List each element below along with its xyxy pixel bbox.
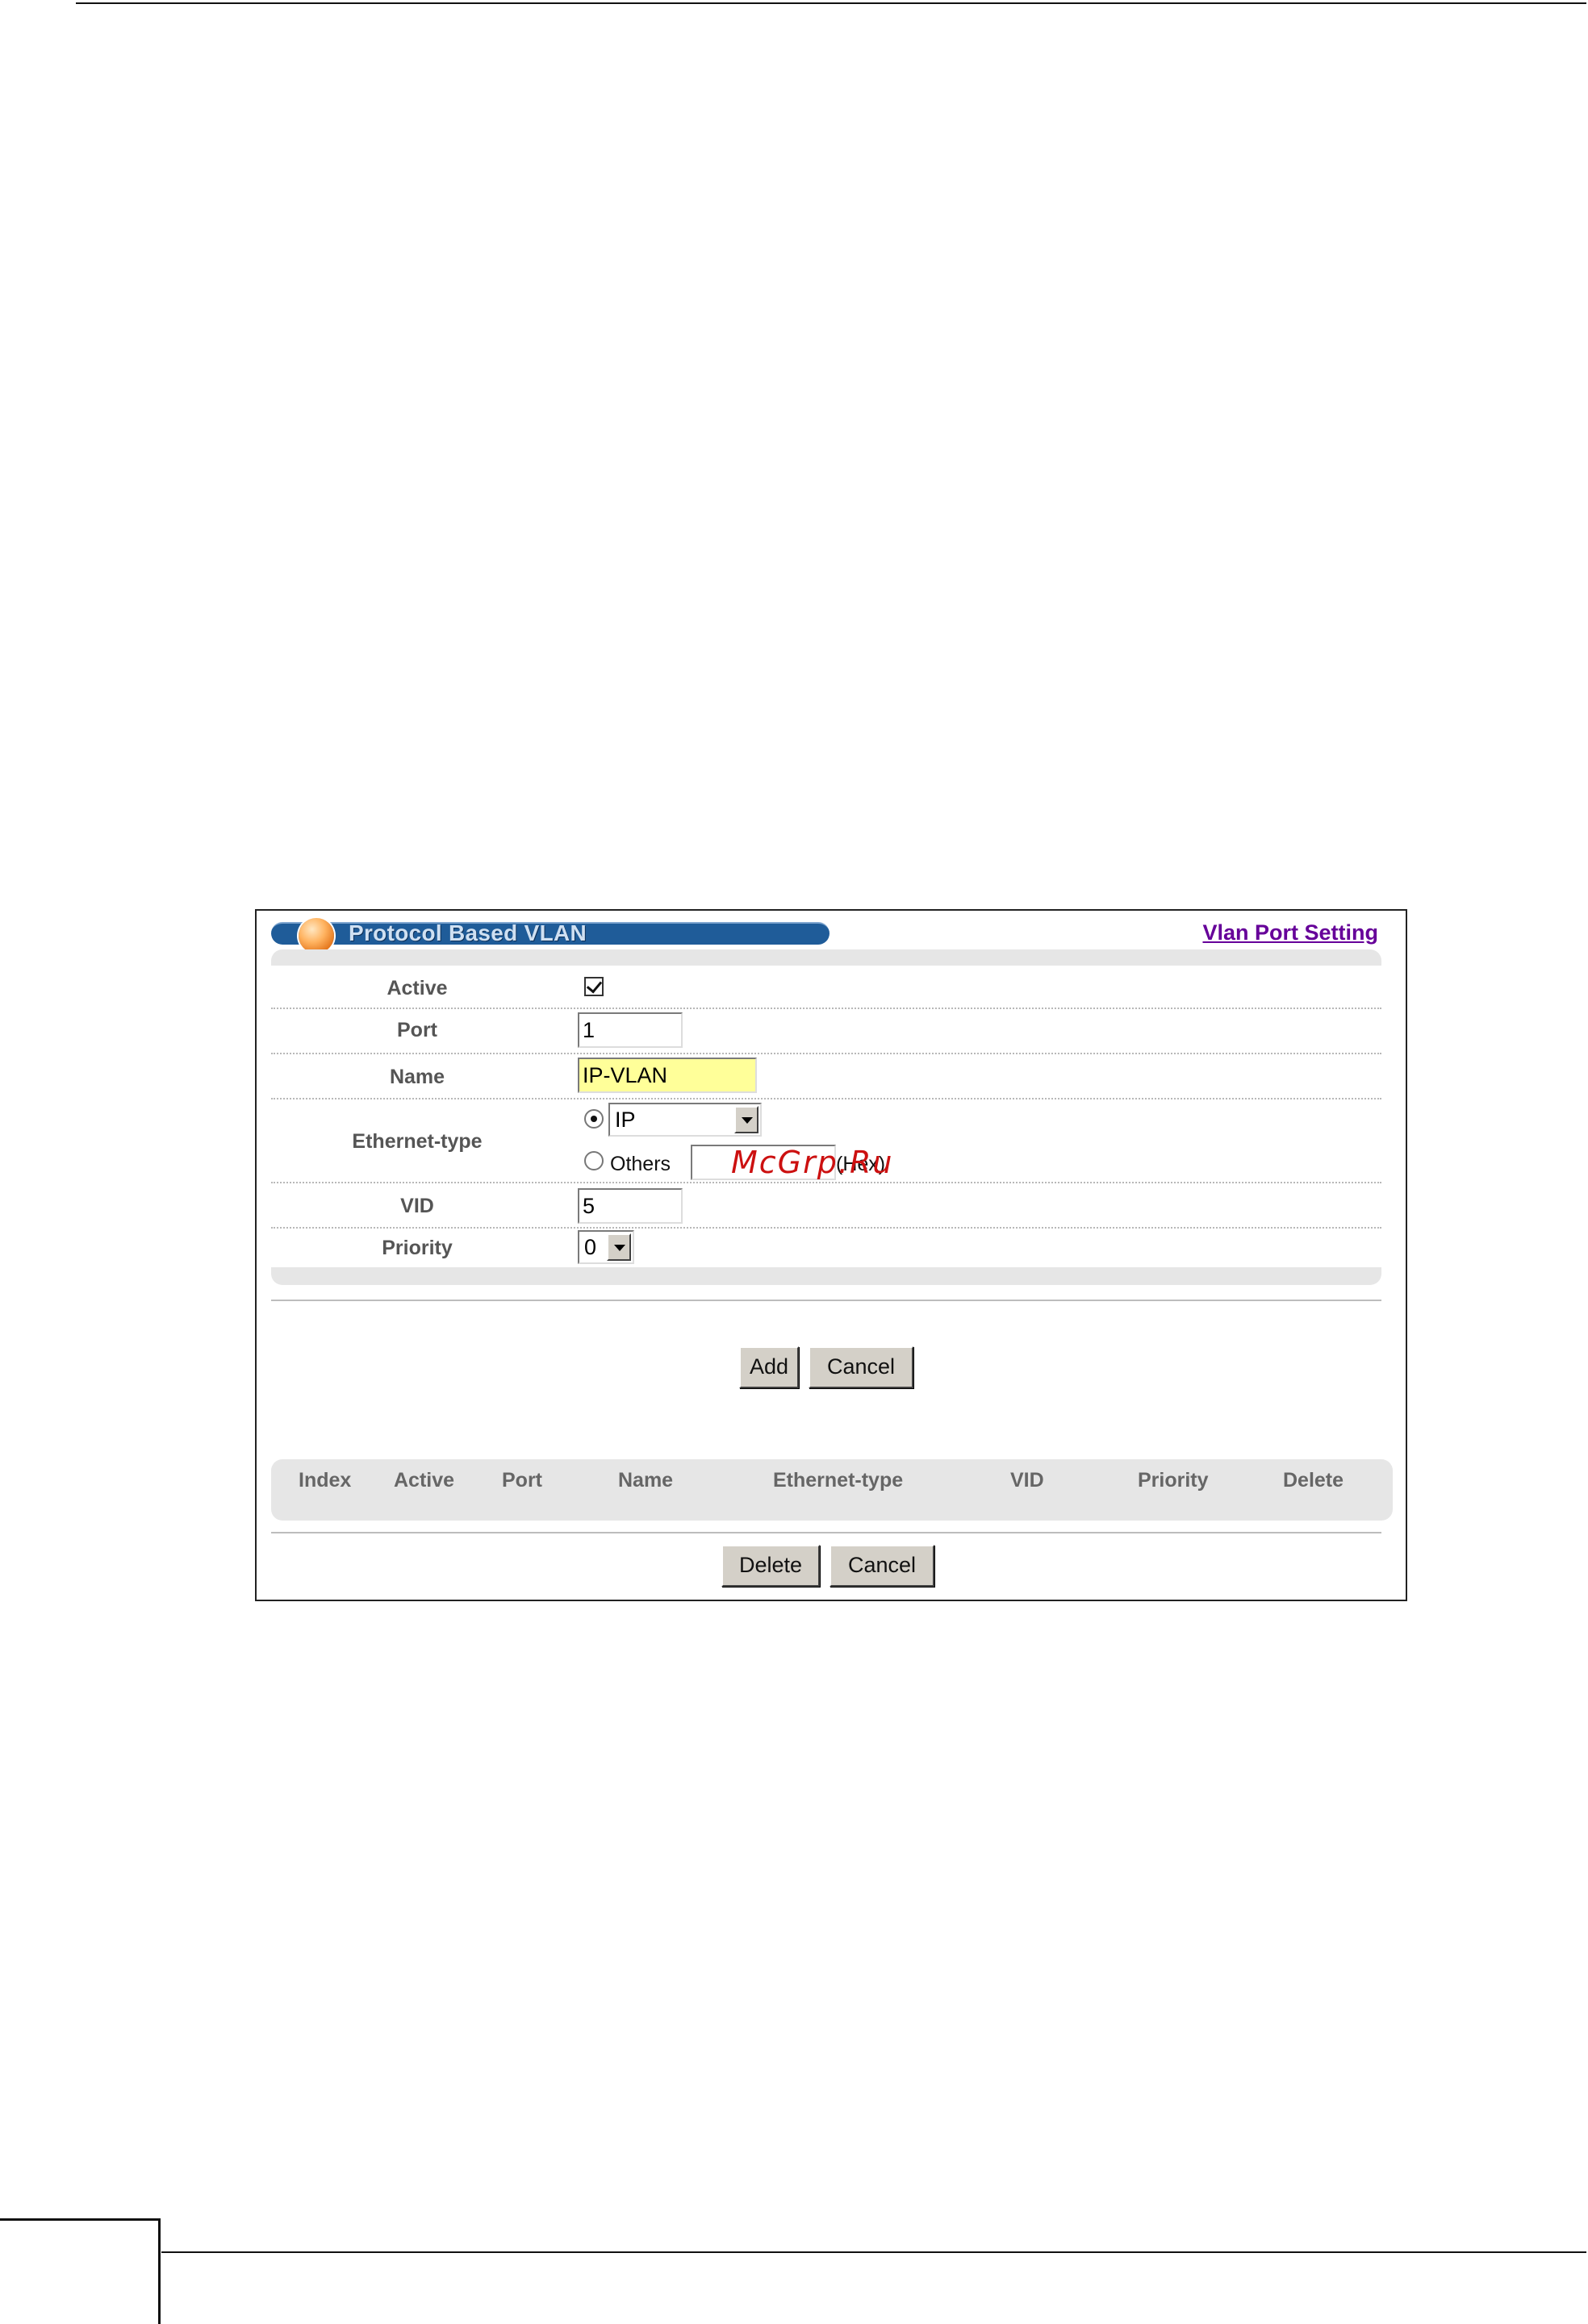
settings-form: Active Port 1 Name IP-VLAN Ethernet-type… [271,966,1381,1267]
ethertype-select[interactable]: IP [608,1103,762,1137]
port-label: Port [397,1019,437,1041]
row-priority: Priority 0 [271,1229,1381,1267]
orb-icon [299,918,334,953]
settings-panel: Active Port 1 Name IP-VLAN Ethernet-type… [271,949,1381,1285]
ip-radio[interactable] [584,1109,604,1129]
ethertype-label: Ethernet-type [352,1130,483,1153]
divider [271,1300,1381,1301]
row-active: Active [271,966,1381,1009]
column-header-vid: VID [1010,1469,1044,1492]
others-radio[interactable] [584,1151,604,1170]
name-label: Name [389,1066,445,1088]
row-ethernet-type: Ethernet-type IP Others (Hex) McGrp.Ru [271,1099,1381,1183]
column-header-ethernet-type: Ethernet-type [773,1469,904,1492]
panel-title: Protocol Based VLAN [349,920,587,945]
page-bottom-rule [161,2251,1586,2253]
column-header-index: Index [299,1469,352,1492]
vlan-table: Index Active Port Name Ethernet-type VID… [271,1459,1393,1521]
priority-select-value: 0 [584,1235,597,1259]
page-top-rule [76,2,1586,4]
column-header-delete: Delete [1283,1469,1344,1492]
row-name: Name IP-VLAN [271,1054,1381,1099]
others-label: Others [610,1153,671,1175]
row-vid: VID 5 [271,1183,1381,1229]
page-number-box [0,2218,161,2324]
ethertype-select-value: IP [615,1108,636,1132]
watermark: McGrp.Ru [731,1145,894,1180]
chevron-down-icon [607,1233,631,1261]
delete-button[interactable]: Delete [721,1545,820,1587]
chevron-down-icon [734,1106,758,1133]
cancel-button[interactable]: Cancel [809,1346,913,1388]
vid-input[interactable]: 5 [578,1188,683,1224]
port-input[interactable]: 1 [578,1012,683,1048]
cancel-bottom-button[interactable]: Cancel [830,1545,934,1587]
add-button[interactable]: Add [739,1346,799,1388]
priority-label: Priority [382,1237,453,1259]
row-port: Port 1 [271,1009,1381,1054]
priority-select[interactable]: 0 [578,1230,634,1264]
column-header-active: Active [394,1469,455,1492]
active-label: Active [387,977,448,999]
vid-label: VID [400,1195,434,1217]
column-header-name: Name [618,1469,674,1492]
active-checkbox[interactable] [584,977,604,996]
vlan-port-setting-link[interactable]: Vlan Port Setting [1202,920,1378,945]
name-input[interactable]: IP-VLAN [578,1058,757,1093]
column-header-port: Port [502,1469,542,1492]
column-header-priority: Priority [1138,1469,1209,1492]
protocol-vlan-screen: Protocol Based VLAN Vlan Port Setting Ac… [255,909,1407,1601]
divider [271,1532,1381,1533]
